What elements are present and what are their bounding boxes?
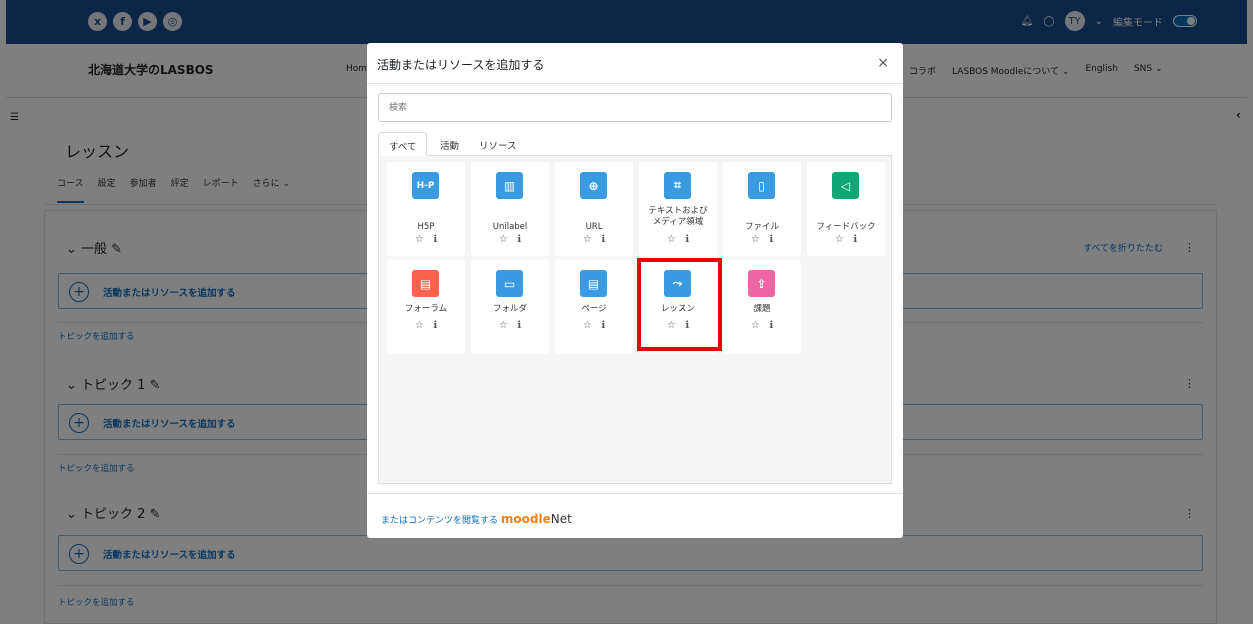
info-icon[interactable]: ℹ <box>433 320 437 331</box>
forum-icon: ▤ <box>412 270 439 297</box>
info-icon[interactable]: ℹ <box>433 234 437 245</box>
tab-all[interactable]: すべて <box>378 132 428 156</box>
activity-grid: H-P H5P ☆ ℹ ▥ Unilabel ☆ ℹ ⊕ URL ☆ ℹ ⌗ テ… <box>378 156 892 484</box>
info-icon[interactable]: ℹ <box>601 234 605 245</box>
tile-name: 課題 <box>753 304 771 314</box>
tile-actions: ☆ ℹ <box>555 320 633 331</box>
moodlenet-link[interactable]: またはコンテンツを閲覧する moodleNet <box>381 512 572 526</box>
tile-actions: ☆ ℹ <box>387 320 465 331</box>
highlight-box <box>637 258 722 351</box>
tile-name: フォーラム <box>404 304 448 314</box>
tile-folder[interactable]: ▭ フォルダ ☆ ℹ <box>471 260 549 354</box>
star-icon[interactable]: ☆ <box>667 234 676 245</box>
tile-name: ファイル <box>744 222 779 232</box>
h5p-icon: H-P <box>412 172 439 199</box>
info-icon[interactable]: ℹ <box>769 320 773 331</box>
tile-name: ページ <box>581 304 607 314</box>
unilabel-icon: ▥ <box>496 172 523 199</box>
tile-file[interactable]: ▯ ファイル ☆ ℹ <box>723 162 801 256</box>
tile-forum[interactable]: ▤ フォーラム ☆ ℹ <box>387 260 465 354</box>
text-media-icon: ⌗ <box>664 172 691 199</box>
tile-unilabel[interactable]: ▥ Unilabel ☆ ℹ <box>471 162 549 256</box>
star-icon[interactable]: ☆ <box>499 320 508 331</box>
add-activity-modal: 活動またはリソースを追加する × すべて 活動 リソース H-P H5P ☆ ℹ… <box>367 43 903 538</box>
tile-actions: ☆ ℹ <box>723 320 801 331</box>
divider <box>367 493 903 494</box>
info-icon[interactable]: ℹ <box>685 234 689 245</box>
tile-actions: ☆ ℹ <box>723 234 801 245</box>
star-icon[interactable]: ☆ <box>751 320 760 331</box>
tile-h5p[interactable]: H-P H5P ☆ ℹ <box>387 162 465 256</box>
tile-name: URL <box>585 222 603 232</box>
info-icon[interactable]: ℹ <box>601 320 605 331</box>
tile-actions: ☆ ℹ <box>807 234 885 245</box>
star-icon[interactable]: ☆ <box>499 234 508 245</box>
moodlenet-logo: moodle <box>500 512 551 526</box>
info-icon[interactable]: ℹ <box>853 234 857 245</box>
star-icon[interactable]: ☆ <box>415 320 424 331</box>
tile-text-media[interactable]: ⌗ テキストおよび メディア領域 ☆ ℹ <box>639 162 717 256</box>
tab-resources[interactable]: リソース <box>469 132 527 156</box>
tile-page[interactable]: ▤ ページ ☆ ℹ <box>555 260 633 354</box>
modal-title: 活動またはリソースを追加する <box>377 58 545 72</box>
tile-actions: ☆ ℹ <box>471 234 549 245</box>
tile-feedback[interactable]: ◁ フィードバック ☆ ℹ <box>807 162 885 256</box>
info-icon[interactable]: ℹ <box>517 234 521 245</box>
globe-icon: ⊕ <box>580 172 607 199</box>
tile-actions: ☆ ℹ <box>471 320 549 331</box>
file-icon: ▯ <box>748 172 775 199</box>
close-icon[interactable]: × <box>877 55 889 71</box>
tile-actions: ☆ ℹ <box>639 234 717 245</box>
info-icon[interactable]: ℹ <box>517 320 521 331</box>
folder-icon: ▭ <box>496 270 523 297</box>
assignment-icon: ⇪ <box>748 270 775 297</box>
tile-name: Unilabel <box>492 222 528 232</box>
tile-assignment[interactable]: ⇪ 課題 ☆ ℹ <box>723 260 801 354</box>
modal-tabs: すべて 活動 リソース <box>378 132 892 156</box>
star-icon[interactable]: ☆ <box>583 320 592 331</box>
page-icon: ▤ <box>580 270 607 297</box>
browse-content-label: またはコンテンツを閲覧する <box>381 516 499 526</box>
star-icon[interactable]: ☆ <box>835 234 844 245</box>
tile-name: フォルダ <box>492 304 527 314</box>
moodlenet-logo-suffix: Net <box>550 512 572 526</box>
star-icon[interactable]: ☆ <box>583 234 592 245</box>
tile-name: H5P <box>417 222 435 232</box>
tile-url[interactable]: ⊕ URL ☆ ℹ <box>555 162 633 256</box>
star-icon[interactable]: ☆ <box>415 234 424 245</box>
tile-actions: ☆ ℹ <box>387 234 465 245</box>
tile-name: フィードバック <box>816 222 876 232</box>
tile-name: テキストおよび メディア領域 <box>648 206 708 227</box>
divider <box>367 83 903 84</box>
tile-actions: ☆ ℹ <box>555 234 633 245</box>
search-input[interactable] <box>378 93 892 122</box>
info-icon[interactable]: ℹ <box>769 234 773 245</box>
tab-activities[interactable]: 活動 <box>430 132 469 156</box>
megaphone-icon: ◁ <box>832 172 859 199</box>
star-icon[interactable]: ☆ <box>751 234 760 245</box>
